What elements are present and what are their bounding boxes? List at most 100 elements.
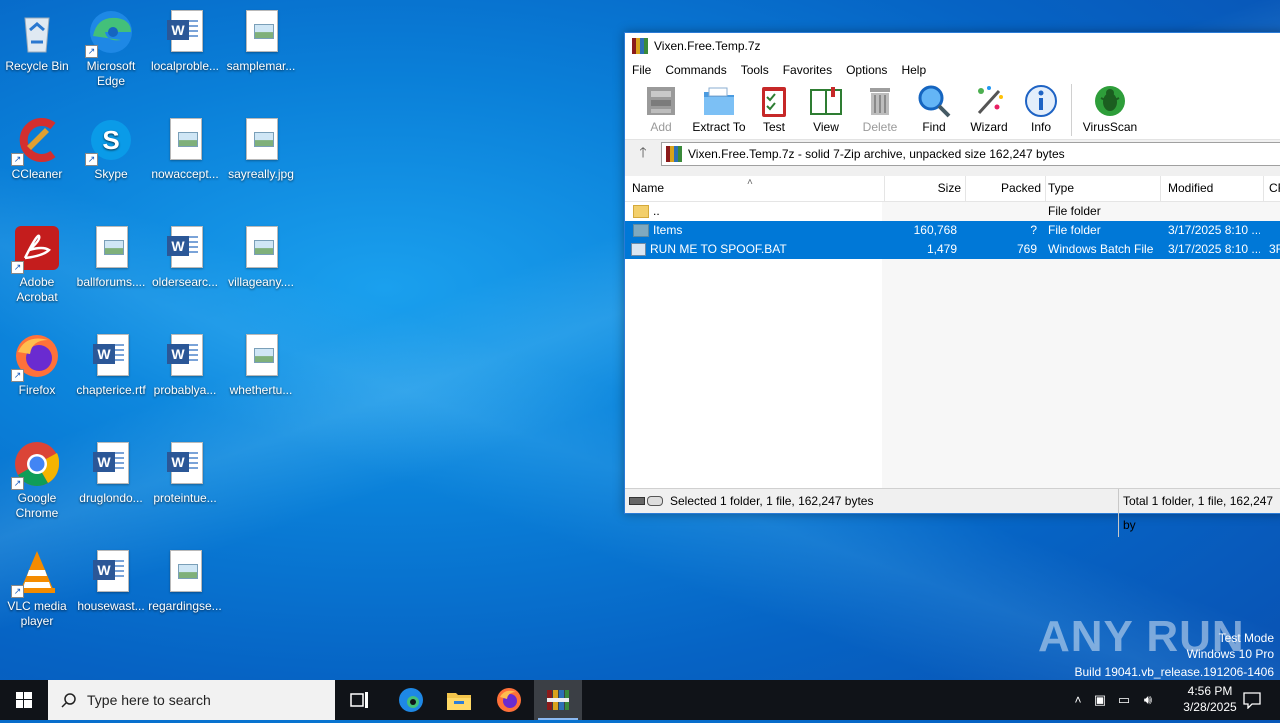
desktop-icon-image[interactable]: villageany.... bbox=[223, 220, 299, 290]
desktop-icon-image[interactable]: samplemar... bbox=[223, 4, 299, 74]
row-type: File folder bbox=[1048, 223, 1101, 237]
desktop-icon-label: Recycle Bin bbox=[5, 59, 69, 73]
view-book-icon bbox=[808, 83, 844, 119]
desktop-icon-word[interactable]: Wlocalproble... bbox=[147, 4, 223, 74]
desktop-icon-image[interactable]: whethertu... bbox=[223, 328, 299, 398]
desktop-icon-word[interactable]: Woldersearc... bbox=[147, 220, 223, 290]
extract-folder-icon bbox=[701, 83, 737, 119]
menu-options[interactable]: Options bbox=[839, 63, 894, 77]
desktop-icon-image[interactable]: sayreally.jpg bbox=[223, 112, 299, 182]
desktop-icon-label: Microsoft Edge bbox=[86, 59, 136, 88]
column-header-name[interactable]: Name ˄ bbox=[625, 176, 885, 201]
menu-file[interactable]: File bbox=[625, 63, 658, 77]
action-center-button[interactable] bbox=[1228, 680, 1276, 720]
table-row[interactable]: RUN ME TO SPOOF.BAT 1,479 769 Windows Ba… bbox=[625, 240, 1280, 259]
column-header-packed[interactable]: Packed bbox=[965, 176, 1046, 201]
info-button[interactable]: Info bbox=[1019, 81, 1063, 134]
image-icon bbox=[237, 116, 285, 164]
network-icon[interactable]: ▭ bbox=[1112, 692, 1136, 708]
add-button[interactable]: Add bbox=[635, 81, 687, 134]
taskbar-archiver[interactable] bbox=[534, 680, 582, 720]
taskbar-edge[interactable] bbox=[387, 680, 435, 720]
view-button[interactable]: View bbox=[801, 81, 851, 134]
row-packed: 769 bbox=[1016, 242, 1037, 256]
shortcut-arrow-icon: ↗ bbox=[11, 369, 24, 382]
taskbar-file-explorer[interactable] bbox=[435, 680, 483, 720]
column-header-modified[interactable]: Modified bbox=[1163, 176, 1264, 201]
recycle-bin-icon bbox=[13, 8, 61, 56]
column-header-size[interactable]: Size bbox=[885, 176, 966, 201]
info-icon bbox=[1023, 83, 1059, 119]
desktop-icon-image[interactable]: ballforums.... bbox=[73, 220, 149, 290]
extract-to-button[interactable]: Extract To bbox=[691, 81, 747, 134]
info-label: Info bbox=[1030, 120, 1051, 134]
sort-ascending-icon: ˄ bbox=[747, 177, 753, 188]
add-archive-icon bbox=[643, 83, 679, 119]
desktop-icon-firefox[interactable]: ↗ Firefox bbox=[0, 328, 75, 398]
row-type: Windows Batch File bbox=[1048, 242, 1154, 256]
chevron-up-icon[interactable]: ˄ bbox=[1068, 693, 1088, 707]
notification-icon bbox=[1243, 692, 1261, 709]
menu-help[interactable]: Help bbox=[894, 63, 933, 77]
word-icon: W bbox=[161, 332, 209, 380]
desktop-icon-chrome[interactable]: ↗ Google Chrome bbox=[0, 436, 75, 521]
start-button[interactable] bbox=[0, 680, 48, 720]
menu-commands[interactable]: Commands bbox=[658, 63, 733, 77]
title-bar[interactable]: Vixen.Free.Temp.7z bbox=[625, 33, 1280, 59]
desktop-icon-image[interactable]: nowaccept... bbox=[147, 112, 223, 182]
trash-icon bbox=[862, 83, 898, 119]
folder-icon bbox=[633, 224, 649, 238]
desktop-icon-word[interactable]: Wprobablya... bbox=[147, 328, 223, 398]
desktop-icon-word[interactable]: Whousewast... bbox=[73, 544, 149, 614]
table-row[interactable]: Items 160,768 ? File folder 3/17/2025 8:… bbox=[625, 221, 1280, 240]
desktop-icon-label: Firefox bbox=[18, 383, 56, 397]
desktop-icon-label: probablya... bbox=[153, 383, 217, 397]
test-button[interactable]: Test bbox=[751, 81, 797, 134]
column-header-type[interactable]: Type bbox=[1045, 176, 1161, 201]
image-icon bbox=[237, 224, 285, 272]
menu-favorites[interactable]: Favorites bbox=[776, 63, 839, 77]
address-field[interactable]: Vixen.Free.Temp.7z - solid 7-Zip archive… bbox=[661, 142, 1280, 166]
device-icon[interactable]: ▣ bbox=[1088, 692, 1112, 708]
wizard-button[interactable]: Wizard bbox=[963, 81, 1015, 134]
task-view-button[interactable] bbox=[336, 680, 384, 720]
archive-window[interactable]: Vixen.Free.Temp.7z File Commands Tools F… bbox=[624, 32, 1280, 537]
magnifier-icon bbox=[916, 83, 952, 119]
desktop-icon-recycle-bin[interactable]: Recycle Bin bbox=[0, 4, 75, 74]
folder-icon bbox=[447, 693, 471, 710]
desktop-icon-acrobat[interactable]: ↗ Adobe Acrobat bbox=[0, 220, 75, 305]
desktop-icon-word[interactable]: Wproteintue... bbox=[147, 436, 223, 506]
file-list[interactable]: Name ˄ Size Packed Type Modified CR .. F… bbox=[625, 176, 1280, 488]
task-view-icon bbox=[350, 692, 368, 708]
virusscan-label: VirusScan bbox=[1082, 120, 1138, 134]
firefox-icon bbox=[497, 688, 521, 712]
desktop-icon-image[interactable]: regardingse... bbox=[147, 544, 223, 614]
delete-button[interactable]: Delete bbox=[855, 81, 905, 134]
status-total-text: Total 1 folder, 1 file, 162,247 by bbox=[1118, 489, 1280, 537]
desktop-icon-label: proteintue... bbox=[153, 491, 217, 505]
shortcut-arrow-icon: ↗ bbox=[85, 153, 98, 166]
address-bar: 🡑 Vixen.Free.Temp.7z - solid 7-Zip archi… bbox=[625, 140, 1280, 168]
up-arrow-icon[interactable]: 🡑 bbox=[625, 142, 661, 166]
status-selection-text: Selected 1 folder, 1 file, 162,247 bytes bbox=[670, 494, 874, 508]
desktop-icon-vlc[interactable]: ↗ VLC media player bbox=[0, 544, 75, 629]
desktop-icon-skype[interactable]: S ↗ Skype bbox=[73, 112, 149, 182]
virusscan-button[interactable]: VirusScan bbox=[1080, 81, 1140, 134]
desktop-icon-label: Skype bbox=[94, 167, 128, 181]
desktop-icon-label: villageany.... bbox=[228, 275, 294, 289]
search-placeholder: Type here to search bbox=[87, 692, 211, 708]
desktop-icon-edge[interactable]: ↗ Microsoft Edge bbox=[73, 4, 149, 89]
taskbar-firefox[interactable] bbox=[485, 680, 533, 720]
column-header-crc[interactable]: CR bbox=[1263, 176, 1280, 201]
extract-to-label: Extract To bbox=[692, 120, 746, 134]
menu-tools[interactable]: Tools bbox=[734, 63, 776, 77]
desktop-icon-ccleaner[interactable]: ↗ CCleaner bbox=[0, 112, 75, 182]
desktop-icon-word[interactable]: Wdruglondo... bbox=[73, 436, 149, 506]
volume-icon[interactable]: 🔊︎ bbox=[1136, 692, 1160, 708]
word-icon: W bbox=[161, 8, 209, 56]
find-button[interactable]: Find bbox=[909, 81, 959, 134]
desktop-icon-word[interactable]: Wchapterice.rtf bbox=[73, 328, 149, 398]
image-icon bbox=[237, 8, 285, 56]
taskbar-search[interactable]: Type here to search bbox=[48, 680, 335, 720]
table-row[interactable]: .. File folder bbox=[625, 202, 1280, 221]
